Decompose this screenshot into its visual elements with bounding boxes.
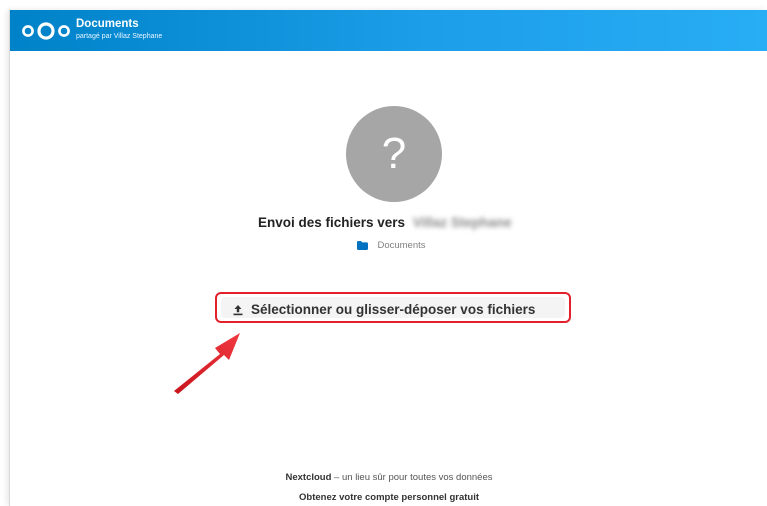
footer-signup-link[interactable]: Obtenez votre compte personnel gratuit: [10, 492, 767, 504]
footer-brand-link[interactable]: Nextcloud: [285, 472, 331, 483]
avatar: ?: [346, 106, 442, 202]
folder-info: Documents: [357, 237, 426, 251]
folder-icon: [357, 241, 368, 251]
upload-icon: [233, 305, 243, 316]
recipient-name: Villaz Stephane: [412, 215, 512, 230]
upload-target-prefix: Envoi des fichiers vers: [258, 215, 406, 230]
upload-button-surface[interactable]: Sélectionner ou glisser-déposer vos fich…: [221, 297, 565, 318]
browser-content: Documents partagé par Villaz Stephane ? …: [9, 10, 767, 506]
red-arrow-icon: [174, 333, 240, 394]
avatar-placeholder-icon: ?: [381, 129, 407, 178]
upload-target-heading: Envoi des fichiers vers Villaz Stephane: [258, 214, 512, 232]
page: Documents partagé par Villaz Stephane ? …: [0, 0, 767, 506]
folder-label: Documents: [377, 240, 426, 252]
footer-tagline: Nextcloud – un lieu sûr pour toutes vos …: [10, 472, 767, 484]
header-title: Documents: [76, 18, 139, 30]
upload-files-button[interactable]: Sélectionner ou glisser-déposer vos fich…: [215, 292, 571, 323]
header-subtitle: partagé par Villaz Stephane: [76, 33, 163, 40]
header-bar: Documents partagé par Villaz Stephane: [10, 10, 767, 51]
nextcloud-logo-icon[interactable]: [21, 22, 71, 40]
footer-tagline-text: – un lieu sûr pour toutes vos données: [331, 472, 493, 483]
upload-button-label: Sélectionner ou glisser-déposer vos fich…: [251, 302, 536, 317]
